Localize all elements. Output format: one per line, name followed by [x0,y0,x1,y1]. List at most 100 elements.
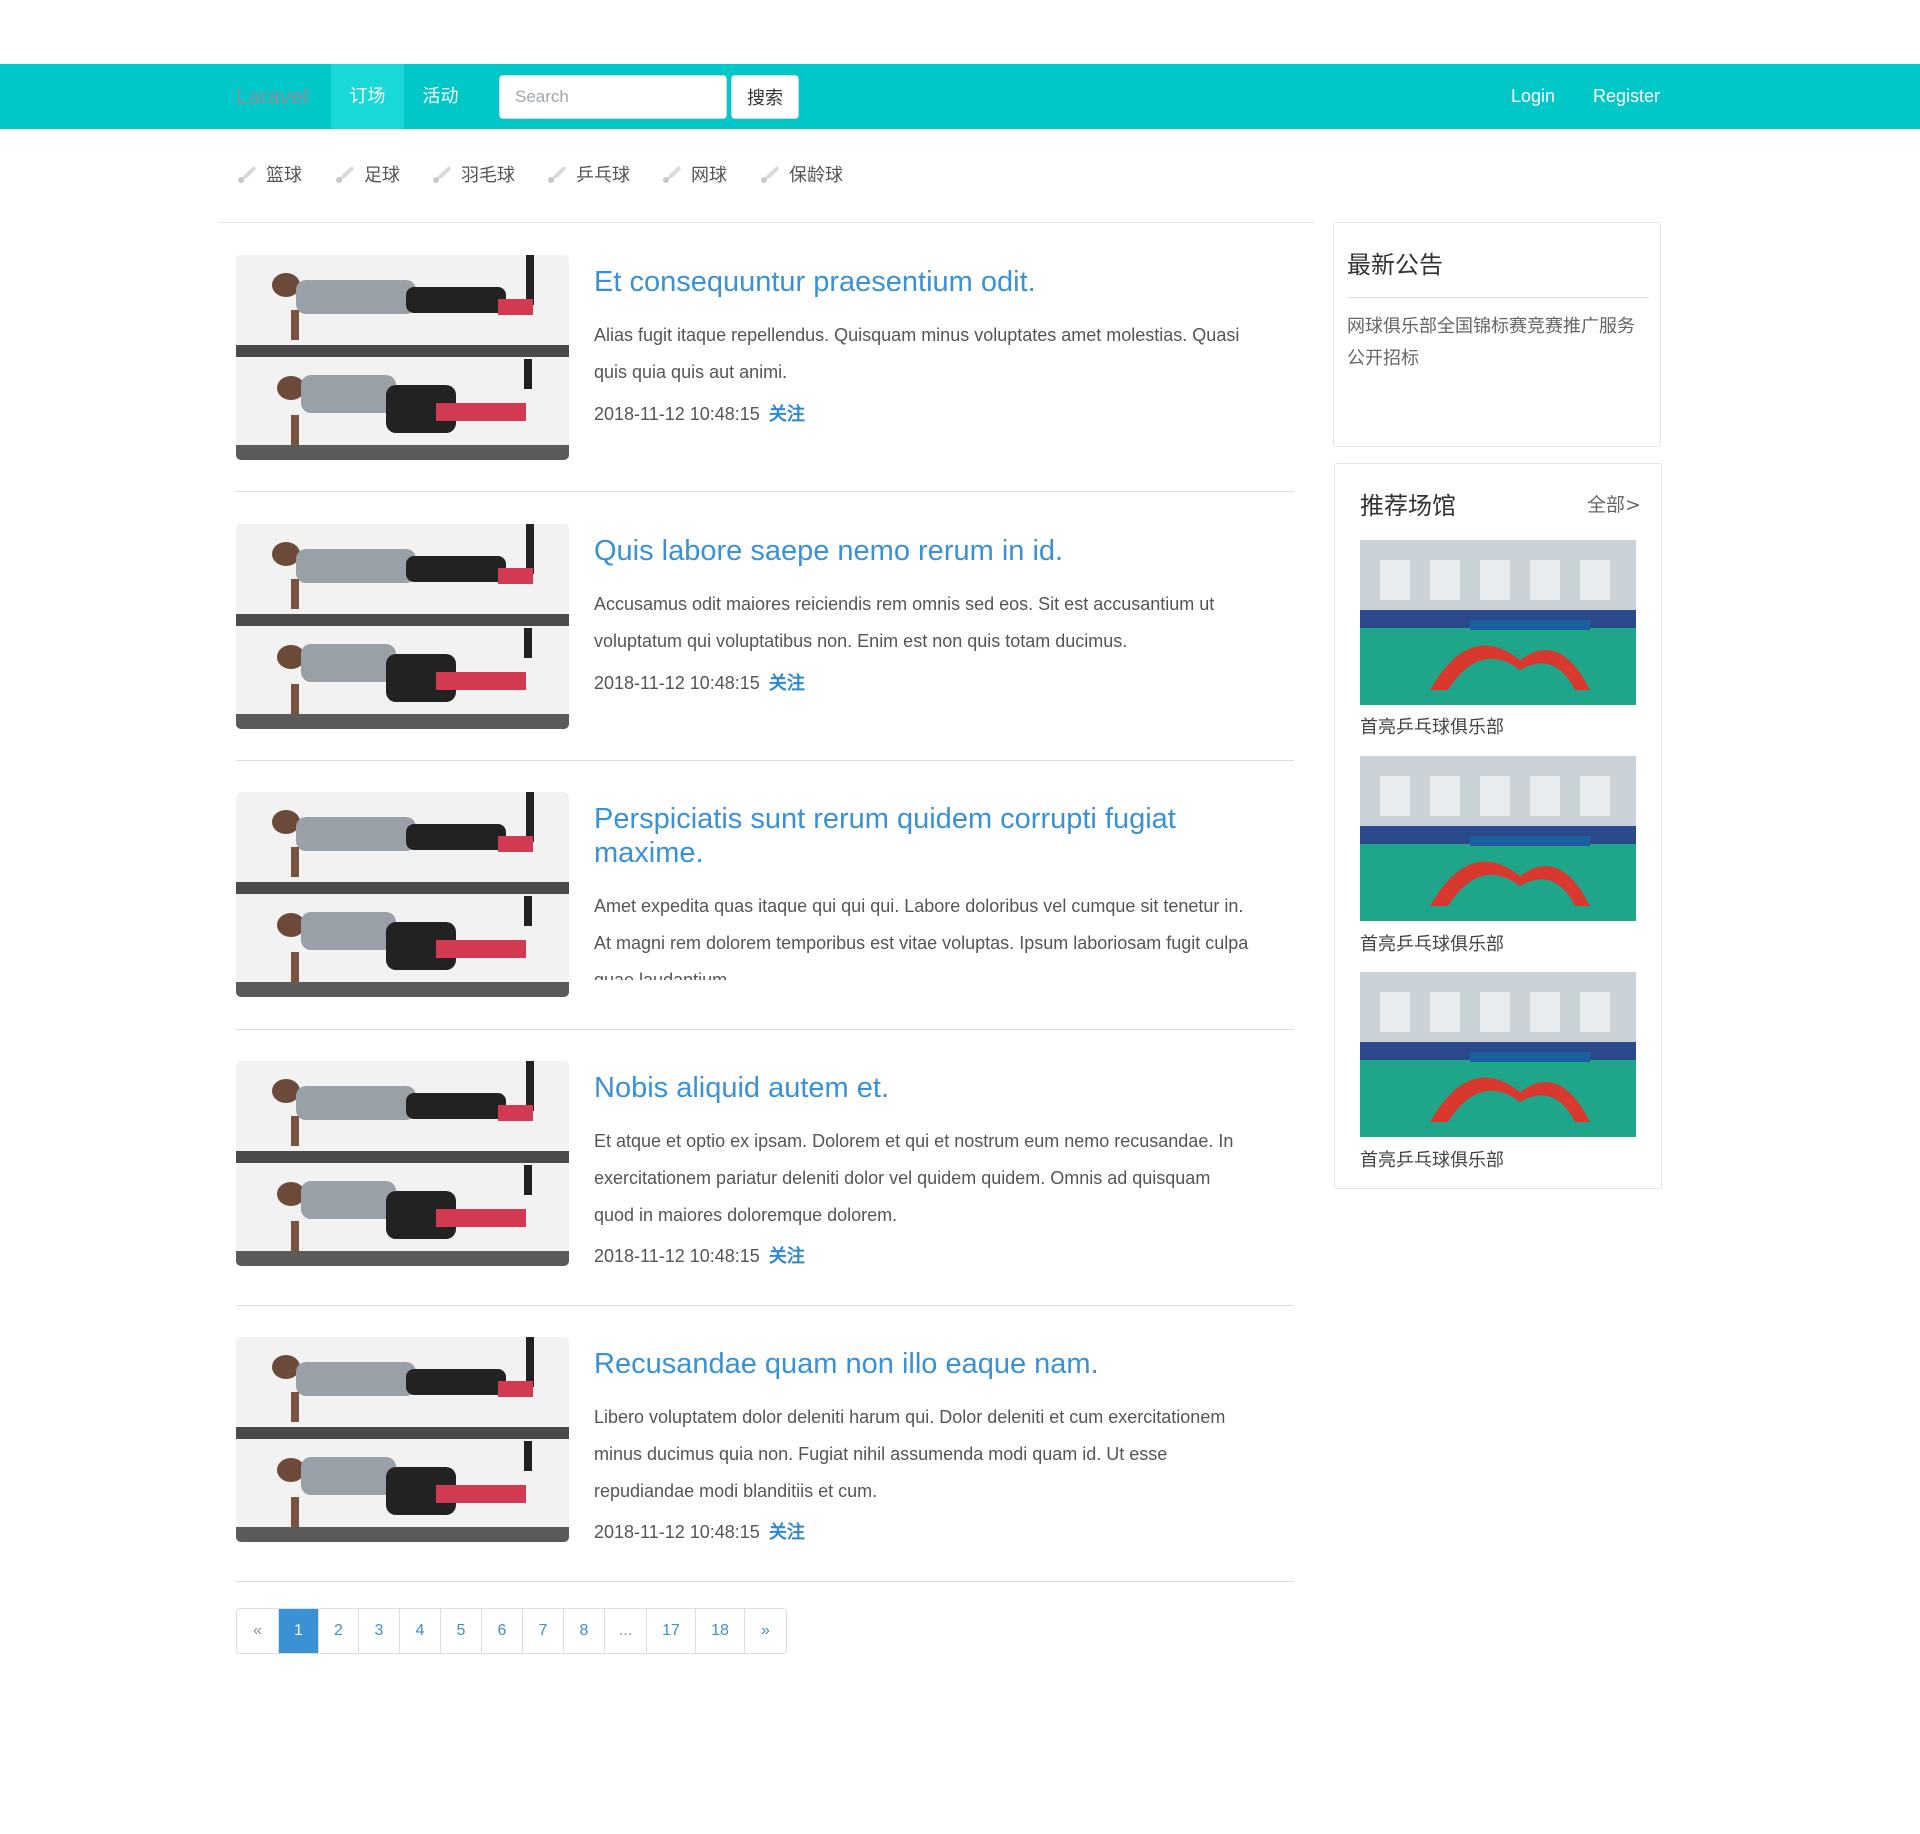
notice-item[interactable]: 网球俱乐部全国锦标赛竞赛推广服务公开招标 [1347,311,1652,375]
article-divider [236,1305,1294,1306]
nav-link-activities[interactable]: 活动 [404,64,477,129]
top-navbar: Laravel 订场 活动 搜索 Login Register [0,64,1920,129]
shuttlecock-icon [663,166,681,183]
table-tennis-hall-icon [1360,972,1636,1137]
article-title[interactable]: Nobis aliquid autem et. [594,1071,1284,1105]
article-divider [236,760,1294,761]
article-meta: 2018-11-12 10:48:15 关注 [594,1242,805,1268]
article-thumbnail[interactable] [236,255,569,460]
shuttlecock-icon [548,166,566,183]
pagination: « 1 2 3 4 5 6 7 8 ... 17 18 » [236,1608,787,1654]
shuttlecock-icon [336,166,354,183]
article-title[interactable]: Et consequuntur praesentium odit. [594,265,1284,299]
article-body: Accusamus odit maiores reiciendis rem om… [594,594,1215,651]
shuttlecock-icon [238,166,256,183]
pagination-page[interactable]: 6 [482,1609,523,1653]
table-tennis-hall-icon [1360,756,1636,921]
article-item: Recusandae quam non illo eaque nam. Libe… [236,1337,1294,1552]
main-divider [218,222,1314,223]
venue-name[interactable]: 首亮乒乓球俱乐部 [1360,1146,1504,1172]
article-thumbnail[interactable] [236,1061,569,1266]
workout-photo-icon [236,255,569,460]
notice-title: 最新公告 [1347,251,1443,279]
article-meta: 2018-11-12 10:48:15 关注 [594,1518,805,1544]
pagination-page[interactable]: 4 [400,1609,441,1653]
article-divider [236,1029,1294,1030]
table-tennis-hall-icon [1360,540,1636,705]
venue-image[interactable] [1360,756,1636,921]
pagination-page[interactable]: 3 [359,1609,400,1653]
article-thumbnail[interactable] [236,792,569,997]
brand-logo[interactable]: Laravel [236,64,308,129]
category-label: 篮球 [266,165,302,186]
shuttlecock-icon [433,166,451,183]
notice-divider [1347,297,1649,298]
pagination-page[interactable]: 8 [564,1609,605,1653]
article-divider [236,1581,1294,1582]
category-label: 足球 [364,165,400,186]
category-tennis[interactable]: 网球 [661,160,727,192]
category-label: 保龄球 [789,165,843,186]
category-football[interactable]: 足球 [334,160,400,192]
register-link[interactable]: Register [1593,64,1660,129]
article-item: Perspiciatis sunt rerum quidem corrupti … [236,792,1294,1007]
pagination-ellipsis: ... [605,1609,647,1653]
pagination-next[interactable]: » [745,1609,786,1653]
venues-title: 推荐场馆 [1360,492,1456,520]
category-label: 羽毛球 [461,165,515,186]
article-item: Et consequuntur praesentium odit. Alias … [236,255,1294,470]
category-table-tennis[interactable]: 乒乓球 [546,160,630,192]
article-title[interactable]: Recusandae quam non illo eaque nam. [594,1347,1284,1381]
workout-photo-icon [236,1337,569,1542]
article-title[interactable]: Quis labore saepe nemo rerum in id. [594,534,1284,568]
shuttlecock-icon [761,166,779,183]
article-item: Quis labore saepe nemo rerum in id. Accu… [236,524,1294,739]
follow-button[interactable]: 关注 [769,1246,805,1266]
notice-panel: 最新公告 网球俱乐部全国锦标赛竞赛推广服务公开招标 [1333,222,1661,447]
article-meta: 2018-11-12 10:48:15 关注 [594,400,805,426]
search-button[interactable]: 搜索 [731,75,799,119]
article-body: Amet expedita quas itaque qui qui qui. L… [594,896,1249,980]
venues-panel: 推荐场馆 全部> 首亮乒乓球俱乐部 首亮乒乓球俱乐部 首亮乒乓球俱乐部 [1334,463,1662,1189]
venue-name[interactable]: 首亮乒乓球俱乐部 [1360,930,1504,956]
article-divider [236,491,1294,492]
category-label: 网球 [691,165,727,186]
venues-all-link[interactable]: 全部> [1587,490,1641,517]
login-link[interactable]: Login [1511,64,1555,129]
category-basketball[interactable]: 篮球 [236,160,302,192]
article-date: 2018-11-12 10:48:15 [594,1246,760,1266]
article-body: Libero voluptatem dolor deleniti harum q… [594,1407,1226,1501]
pagination-page[interactable]: 2 [319,1609,359,1653]
workout-photo-icon [236,1061,569,1266]
venue-name[interactable]: 首亮乒乓球俱乐部 [1360,713,1504,739]
article-meta: 2018-11-12 10:48:15 关注 [594,669,805,695]
venue-image[interactable] [1360,972,1636,1137]
pagination-page[interactable]: 17 [647,1609,696,1653]
article-thumbnail[interactable] [236,524,569,729]
pagination-page[interactable]: 18 [696,1609,745,1653]
follow-button[interactable]: 关注 [769,1522,805,1542]
article-date: 2018-11-12 10:48:15 [594,404,760,424]
venue-image[interactable] [1360,540,1636,705]
pagination-page[interactable]: 5 [441,1609,482,1653]
workout-photo-icon [236,792,569,997]
article-body: Alias fugit itaque repellendus. Quisquam… [594,325,1240,382]
article-item: Nobis aliquid autem et. Et atque et opti… [236,1061,1294,1276]
pagination-page[interactable]: 1 [279,1609,319,1653]
article-title[interactable]: Perspiciatis sunt rerum quidem corrupti … [594,802,1284,870]
category-bowling[interactable]: 保龄球 [759,160,843,192]
pagination-page[interactable]: 7 [523,1609,564,1653]
article-body: Et atque et optio ex ipsam. Dolorem et q… [594,1131,1234,1225]
search-input[interactable] [499,75,727,119]
nav-link-booking[interactable]: 订场 [331,64,404,129]
article-thumbnail[interactable] [236,1337,569,1542]
follow-button[interactable]: 关注 [769,673,805,693]
article-date: 2018-11-12 10:48:15 [594,673,760,693]
workout-photo-icon [236,524,569,729]
category-label: 乒乓球 [576,165,630,186]
pagination-prev[interactable]: « [237,1609,279,1653]
article-date: 2018-11-12 10:48:15 [594,1522,760,1542]
category-badminton[interactable]: 羽毛球 [431,160,515,192]
follow-button[interactable]: 关注 [769,404,805,424]
navbar-inner: Laravel 订场 活动 搜索 Login Register [236,64,1662,129]
